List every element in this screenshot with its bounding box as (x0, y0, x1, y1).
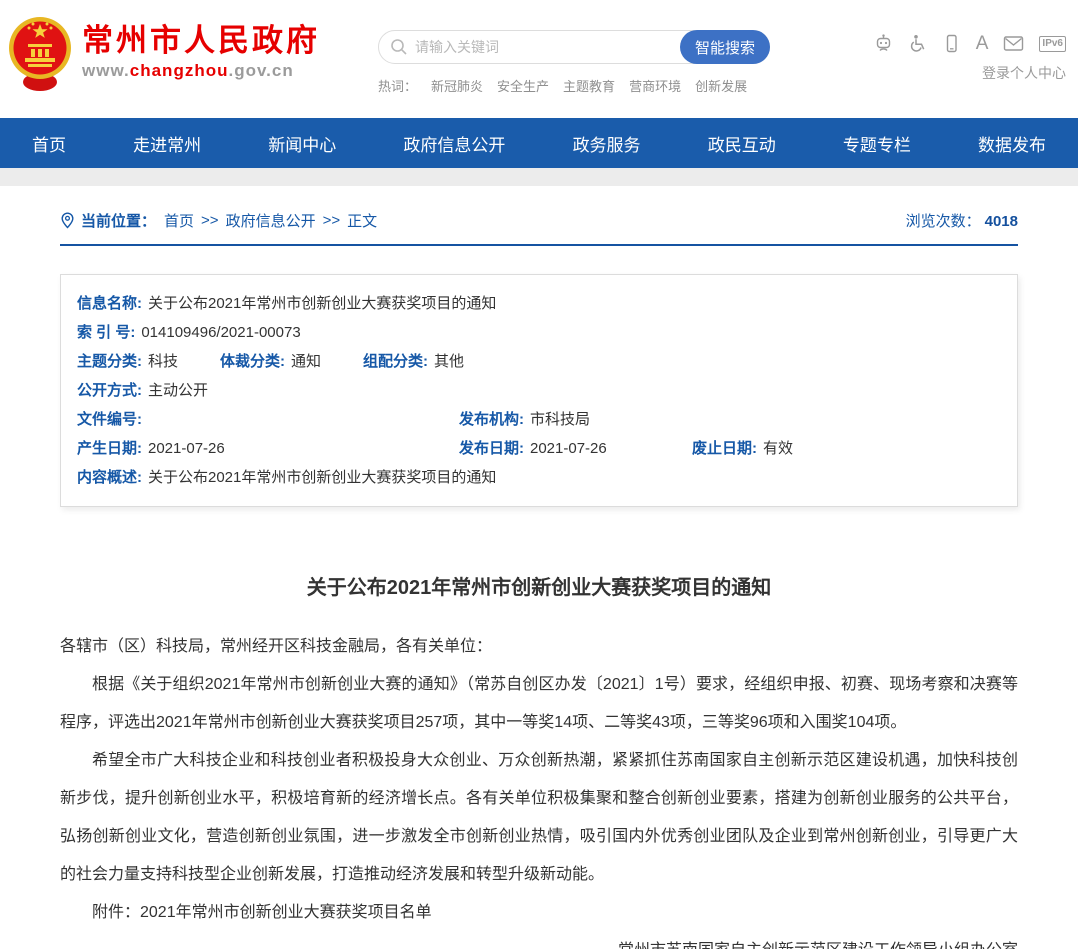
article-body: 各辖市（区）科技局，常州经开区科技金融局，各有关单位： 根据《关于组织2021年… (60, 628, 1018, 949)
service-robot-icon[interactable] (874, 34, 893, 53)
meta-label: 体裁分类: (220, 347, 285, 376)
smart-search-button[interactable]: 智能搜索 (680, 30, 770, 64)
meta-value: 2021-07-26 (148, 434, 225, 463)
url-main: changzhou (130, 61, 229, 80)
nav-item-gov-info-disclosure[interactable]: 政府信息公开 (403, 131, 505, 156)
accessibility-icon[interactable] (908, 34, 927, 53)
meta-value: 市科技局 (530, 405, 590, 434)
nav-item-about-changzhou[interactable]: 走进常州 (133, 131, 201, 156)
meta-label: 内容概述: (77, 463, 142, 492)
nav-item-special-topics[interactable]: 专题专栏 (843, 131, 911, 156)
breadcrumb-link-home[interactable]: 首页 (164, 210, 194, 231)
meta-row-docno-agency: 文件编号: 发布机构:市科技局 (77, 405, 1001, 434)
hotword-link[interactable]: 主题教育 (563, 76, 615, 95)
nav-item-gov-services[interactable]: 政务服务 (573, 131, 641, 156)
main-nav: 首页 走进常州 新闻中心 政府信息公开 政务服务 政民互动 专题专栏 数据发布 (0, 118, 1078, 168)
meta-label: 产生日期: (77, 434, 142, 463)
meta-row-summary: 内容概述: 关于公布2021年常州市创新创业大赛获奖项目的通知 (77, 463, 1001, 492)
nav-item-home[interactable]: 首页 (32, 131, 66, 156)
meta-value: 其他 (434, 347, 464, 376)
meta-value: 014109496/2021-00073 (141, 318, 300, 347)
content-area: 当前位置： 首页 >> 政府信息公开 >> 正文 浏览次数：4018 信息名称:… (60, 210, 1018, 949)
breadcrumb-label: 当前位置： (81, 210, 156, 231)
article-title: 关于公布2021年常州市创新创业大赛获奖项目的通知 (60, 571, 1018, 600)
hotword-link[interactable]: 创新发展 (695, 76, 747, 95)
national-emblem-icon (8, 10, 72, 94)
meta-row-dates: 产生日期:2021-07-26 发布日期:2021-07-26 废止日期:有效 (77, 434, 1001, 463)
article-paragraph: 附件：2021年常州市创新创业大赛获奖项目名单 (60, 894, 1018, 932)
nav-item-public-interaction[interactable]: 政民互动 (708, 131, 776, 156)
meta-label: 信息名称: (77, 289, 142, 318)
article-paragraph: 希望全市广大科技企业和科技创业者积极投身大众创业、万众创新热潮，紧紧抓住苏南国家… (60, 742, 1018, 894)
mobile-icon[interactable] (942, 34, 961, 53)
divider-strip (0, 168, 1078, 186)
site-title: 常州市人民政府 (82, 23, 320, 59)
view-counter: 浏览次数：4018 (906, 210, 1018, 231)
site-logo[interactable]: 常州市人民政府 www.changzhou.gov.cn (8, 10, 320, 94)
document-metadata-box: 信息名称: 关于公布2021年常州市创新创业大赛获奖项目的通知 索 引 号: 0… (60, 274, 1018, 507)
meta-row-classes: 主题分类:科技 体裁分类:通知 组配分类:其他 (77, 347, 1001, 376)
meta-row-index: 索 引 号: 014109496/2021-00073 (77, 318, 1001, 347)
font-size-icon[interactable]: A (976, 34, 989, 53)
login-personal-center-link[interactable]: 登录个人中心 (874, 63, 1066, 83)
meta-label: 文件编号: (77, 405, 142, 434)
meta-label: 发布机构: (459, 405, 524, 434)
meta-label: 公开方式: (77, 376, 142, 405)
meta-value: 通知 (291, 347, 321, 376)
site-url: www.changzhou.gov.cn (82, 61, 320, 81)
ipv6-icon[interactable]: IPv6 (1039, 36, 1066, 52)
meta-label: 废止日期: (692, 434, 757, 463)
meta-value: 科技 (148, 347, 178, 376)
breadcrumb-separator: >> (201, 212, 219, 229)
breadcrumb-separator: >> (323, 212, 341, 229)
meta-label: 主题分类: (77, 347, 142, 376)
view-count-value: 4018 (985, 213, 1018, 230)
breadcrumb: 当前位置： 首页 >> 政府信息公开 >> 正文 浏览次数：4018 (60, 210, 1018, 246)
location-pin-icon (60, 212, 75, 229)
meta-value: 关于公布2021年常州市创新创业大赛获奖项目的通知 (148, 463, 496, 492)
search-area: 智能搜索 热词： 新冠肺炎 安全生产 主题教育 营商环境 创新发展 (378, 30, 770, 95)
quick-links: A IPv6 登录个人中心 (874, 34, 1066, 83)
meta-value: 2021-07-26 (530, 434, 607, 463)
hotwords-bar: 热词： 新冠肺炎 安全生产 主题教育 营商环境 创新发展 (378, 76, 770, 95)
hotword-link[interactable]: 安全生产 (497, 76, 549, 95)
article-paragraph: 根据《关于组织2021年常州市创新创业大赛的通知》（常苏自创区办发〔2021〕1… (60, 666, 1018, 742)
meta-label: 发布日期: (459, 434, 524, 463)
hotwords-label: 热词： (378, 76, 417, 95)
url-prefix: www. (82, 61, 130, 80)
meta-label: 组配分类: (363, 347, 428, 376)
article-signature: 常州市苏南国家自主创新示范区建设工作领导小组办公室 (60, 932, 1018, 949)
meta-value: 关于公布2021年常州市创新创业大赛获奖项目的通知 (148, 289, 496, 318)
meta-label: 索 引 号: (77, 318, 135, 347)
meta-row-name: 信息名称: 关于公布2021年常州市创新创业大赛获奖项目的通知 (77, 289, 1001, 318)
mail-icon[interactable] (1003, 35, 1024, 52)
nav-item-data-release[interactable]: 数据发布 (978, 131, 1046, 156)
hotword-link[interactable]: 营商环境 (629, 76, 681, 95)
meta-value: 主动公开 (148, 376, 208, 405)
site-header: 常州市人民政府 www.changzhou.gov.cn 智能搜索 热词： 新冠… (0, 0, 1078, 118)
breadcrumb-link-current: 正文 (347, 210, 377, 231)
article: 关于公布2021年常州市创新创业大赛获奖项目的通知 各辖市（区）科技局，常州经开… (60, 571, 1018, 949)
meta-value: 有效 (763, 434, 793, 463)
breadcrumb-link-gov-info[interactable]: 政府信息公开 (226, 210, 316, 231)
view-counter-label: 浏览次数： (906, 213, 981, 230)
search-icon (390, 38, 408, 61)
nav-item-news-center[interactable]: 新闻中心 (268, 131, 336, 156)
hotword-link[interactable]: 新冠肺炎 (431, 76, 483, 95)
article-paragraph: 各辖市（区）科技局，常州经开区科技金融局，各有关单位： (60, 628, 1018, 666)
url-suffix: .gov.cn (228, 61, 293, 80)
meta-row-publicity: 公开方式: 主动公开 (77, 376, 1001, 405)
